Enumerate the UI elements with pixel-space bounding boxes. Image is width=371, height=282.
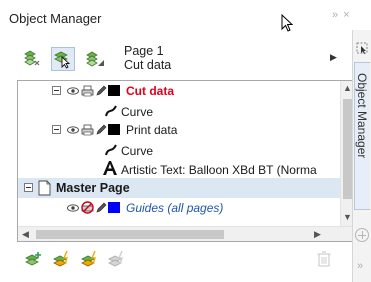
eye-icon[interactable]	[67, 202, 79, 214]
show-object-properties-icon[interactable]	[20, 47, 44, 71]
layer-color-swatch[interactable]	[108, 85, 120, 96]
master-page-label[interactable]: Master Page	[56, 181, 130, 195]
object-row-artistic-text[interactable]: Artistic Text: Balloon XBd BT (Norma	[18, 159, 340, 179]
object-row-curve[interactable]: Curve	[18, 140, 340, 160]
new-layer-icon[interactable]	[24, 250, 44, 270]
layer-label-guides[interactable]: Guides (all pages)	[126, 201, 223, 215]
new-master-layer-icon[interactable]	[52, 250, 72, 270]
object-label-curve[interactable]: Curve	[121, 144, 153, 158]
printer-icon[interactable]	[81, 85, 94, 97]
layer-label-cut-data[interactable]: Cut data	[126, 84, 174, 98]
layer-row-cut-data[interactable]: Cut data	[18, 81, 340, 101]
scroll-left-arrow-icon[interactable]: ◀	[22, 229, 29, 240]
curve-icon	[105, 105, 117, 117]
layer-color-swatch[interactable]	[108, 202, 120, 213]
scroll-right-arrow-icon[interactable]: ▶	[314, 229, 321, 240]
object-row-curve[interactable]: Curve	[18, 101, 340, 121]
curve-icon	[105, 144, 117, 156]
eye-icon[interactable]	[67, 124, 79, 136]
collapse-toggle-icon[interactable]	[24, 183, 33, 192]
page-menu-arrow-icon[interactable]: ▶	[330, 52, 337, 63]
layer-manager-view-icon[interactable]	[83, 47, 107, 71]
docker-select-icon[interactable]	[356, 42, 368, 54]
add-docker-icon[interactable]	[355, 228, 369, 242]
docker-title: Object Manager	[9, 11, 102, 26]
printer-disabled-icon[interactable]	[81, 201, 94, 214]
object-label-curve[interactable]: Curve	[121, 105, 153, 119]
scroll-down-arrow-icon[interactable]: ▼	[343, 212, 352, 222]
horizontal-scrollbar[interactable]: ◀ ▶	[18, 226, 353, 241]
scroll-up-arrow-icon[interactable]: ▲	[343, 83, 352, 93]
pencil-icon[interactable]	[95, 84, 107, 97]
collapse-toggle-icon[interactable]	[52, 125, 61, 134]
page-toolbar: Page 1 Cut data ▶	[0, 40, 352, 78]
collapse-toggle-icon[interactable]	[52, 86, 61, 95]
layer-color-swatch[interactable]	[108, 124, 120, 135]
pencil-icon[interactable]	[95, 201, 107, 214]
expand-chevron-icon[interactable]: »	[357, 260, 363, 272]
printer-icon[interactable]	[81, 124, 94, 136]
mouse-cursor-icon	[281, 14, 293, 32]
object-tree[interactable]: Cut data Curve Print data Curve Artistic…	[17, 80, 354, 242]
trash-icon	[316, 250, 336, 270]
new-master-layer-all-pages-icon[interactable]	[80, 250, 100, 270]
horizontal-scroll-thumb[interactable]	[36, 230, 224, 239]
docker-title-controls[interactable]: » ×	[332, 9, 351, 21]
layer-row-print-data[interactable]: Print data	[18, 120, 340, 140]
pencil-icon[interactable]	[95, 123, 107, 136]
artistic-text-icon	[103, 161, 117, 175]
vertical-scroll-thumb[interactable]	[343, 99, 352, 199]
master-page-row[interactable]: Master Page	[18, 178, 340, 198]
docker-titlebar: Object Manager » ×	[0, 0, 352, 40]
object-label-artistic-text[interactable]: Artistic Text: Balloon XBd BT (Norma	[121, 163, 317, 177]
layer-row-guides[interactable]: Guides (all pages)	[18, 198, 340, 218]
layer-label-print-data[interactable]: Print data	[126, 123, 177, 137]
eye-icon[interactable]	[67, 85, 79, 97]
current-page-name[interactable]: Page 1	[124, 44, 164, 58]
edit-across-layers-icon[interactable]	[51, 47, 75, 71]
page-icon	[38, 180, 51, 196]
current-layer-name[interactable]: Cut data	[124, 58, 171, 72]
new-master-layer-odd-pages-icon	[107, 250, 127, 270]
side-tab-label[interactable]: Object Manager	[355, 73, 369, 193]
